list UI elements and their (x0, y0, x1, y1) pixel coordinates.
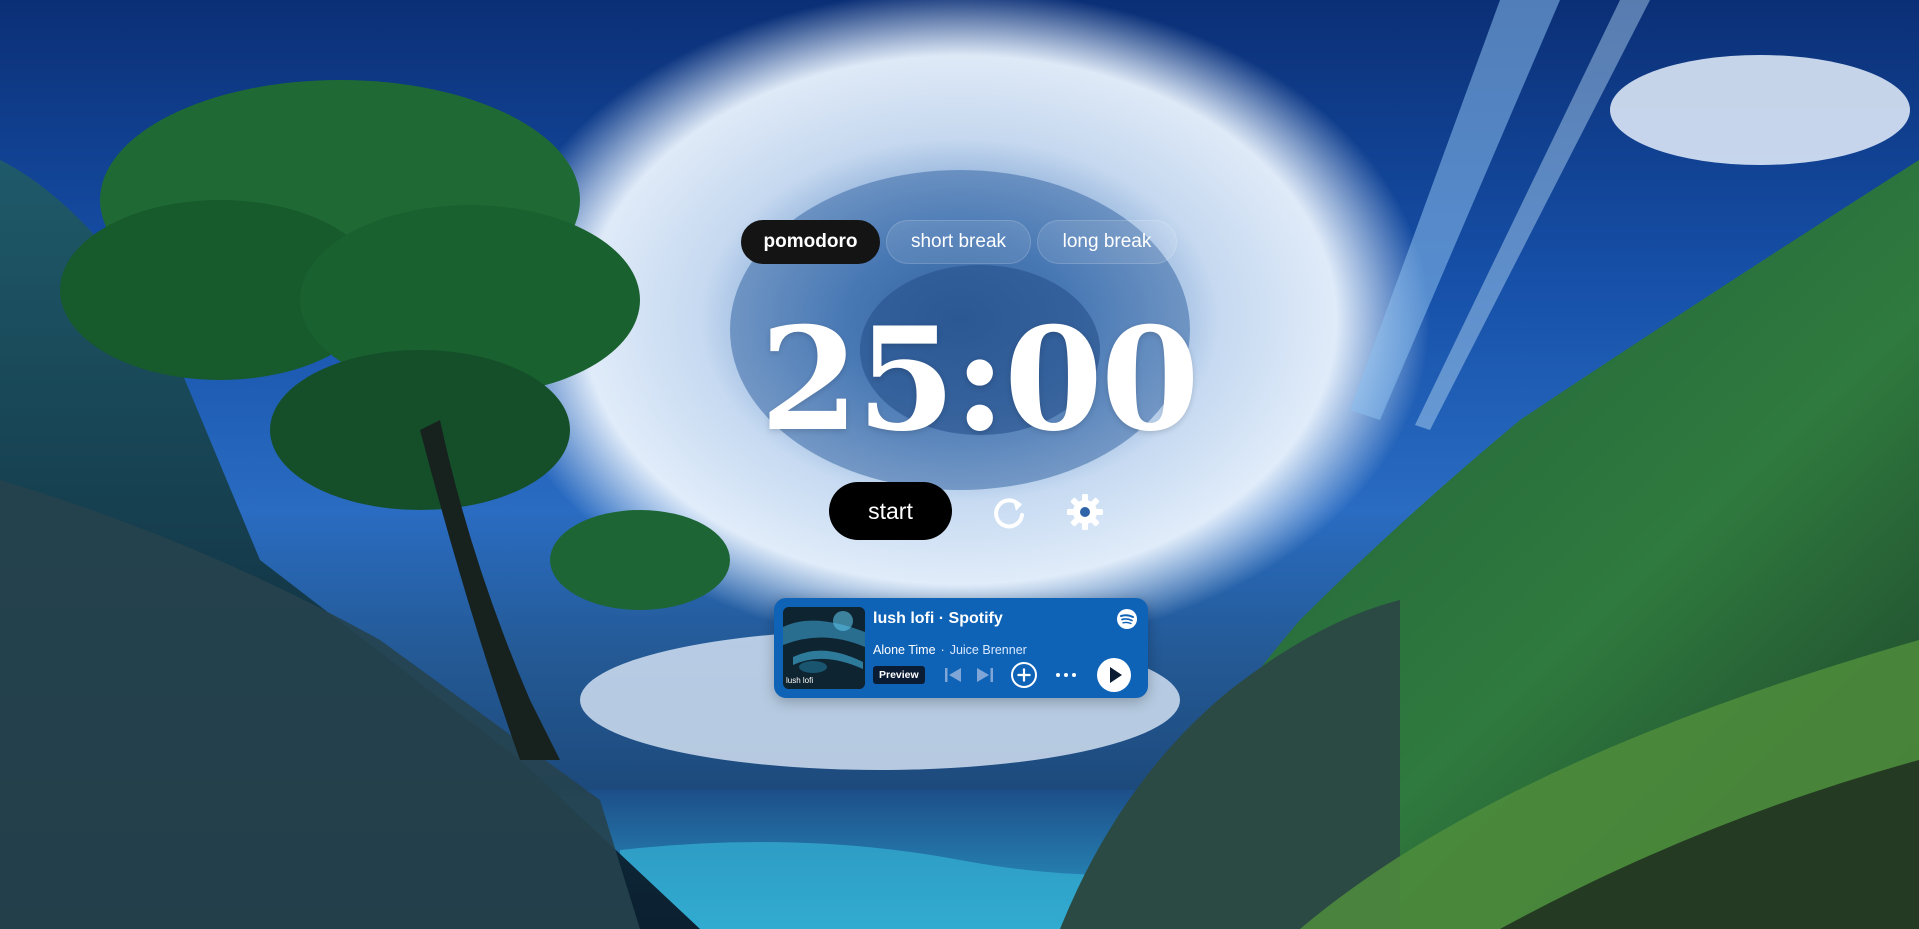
skip-forward-icon (977, 668, 993, 682)
previous-track-button[interactable] (942, 664, 964, 686)
album-art[interactable]: lush lofi (783, 607, 865, 689)
tab-pomodoro[interactable]: pomodoro (741, 220, 880, 264)
spotify-widget: lush lofi lush lofi · Spotify Alone Time… (774, 598, 1148, 698)
play-button[interactable] (1096, 657, 1132, 693)
plus-circle-icon (1011, 662, 1037, 688)
ellipsis-icon (1056, 673, 1076, 677)
settings-button[interactable] (1063, 490, 1107, 534)
mode-tabs: pomodoro short break long break (741, 220, 1177, 264)
timer-display: 25:00 (760, 297, 1200, 463)
track-info: Alone Time · Juice Brenner (873, 643, 1027, 657)
tab-long-break[interactable]: long break (1037, 220, 1177, 264)
add-to-library-button[interactable] (1010, 661, 1038, 689)
spotify-logo-icon[interactable] (1116, 608, 1138, 630)
album-caption: lush lofi (786, 676, 814, 685)
tab-short-break[interactable]: short break (886, 220, 1031, 264)
playlist-title[interactable]: lush lofi · Spotify (873, 610, 1003, 628)
more-options-button[interactable] (1052, 664, 1080, 686)
next-track-button[interactable] (974, 664, 996, 686)
reset-button[interactable] (987, 490, 1031, 534)
track-title[interactable]: Alone Time (873, 643, 936, 657)
preview-badge: Preview (873, 666, 925, 684)
skip-back-icon (945, 668, 961, 682)
background-scene (0, 0, 1919, 929)
start-button[interactable]: start (829, 482, 952, 540)
play-icon (1097, 658, 1131, 692)
track-artist[interactable]: Juice Brenner (950, 643, 1027, 657)
gear-icon (1067, 494, 1103, 530)
reset-icon (994, 498, 1024, 529)
